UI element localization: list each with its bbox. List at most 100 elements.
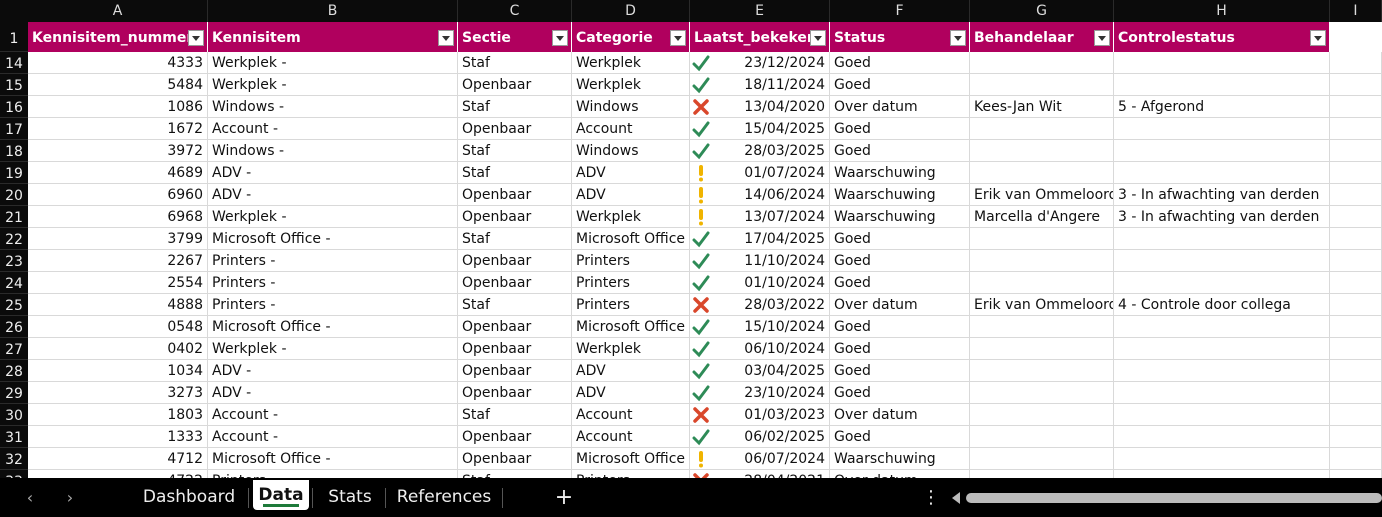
cell-datum[interactable]: 01/07/2024	[690, 162, 830, 184]
cell-categorie[interactable]: Printers	[572, 250, 690, 272]
cell-empty[interactable]	[1330, 140, 1382, 162]
cell-item[interactable]: Printers -	[208, 470, 458, 478]
cell-sectie[interactable]: Openbaar	[458, 206, 572, 228]
cell-datum[interactable]: 23/10/2024	[690, 382, 830, 404]
cell-sectie[interactable]: Openbaar	[458, 272, 572, 294]
cell-behandelaar[interactable]	[970, 360, 1114, 382]
cell-status[interactable]: Goed	[830, 140, 970, 162]
cell-empty[interactable]	[1330, 118, 1382, 140]
cell-datum[interactable]: 06/02/2025	[690, 426, 830, 448]
cell-controle[interactable]: 3 - In afwachting van derden	[1114, 184, 1330, 206]
cell-datum[interactable]: 15/04/2025	[690, 118, 830, 140]
cell-nummer[interactable]: 1672	[28, 118, 208, 140]
cell-nummer[interactable]: 4888	[28, 294, 208, 316]
cell-behandelaar[interactable]	[970, 448, 1114, 470]
cell-datum[interactable]: 14/06/2024	[690, 184, 830, 206]
row-header[interactable]: 17	[0, 118, 28, 140]
cell-behandelaar[interactable]: Marcella d'Angere	[970, 206, 1114, 228]
cell-nummer[interactable]: 1086	[28, 96, 208, 118]
more-options-icon[interactable]: ⋮	[922, 478, 940, 517]
sheet-tab-stats[interactable]: Stats	[318, 482, 382, 512]
cell-item[interactable]: Account -	[208, 118, 458, 140]
cell-categorie[interactable]: Account	[572, 404, 690, 426]
row-header[interactable]: 25	[0, 294, 28, 316]
cell-datum[interactable]: 01/10/2024	[690, 272, 830, 294]
cell-status[interactable]: Waarschuwing	[830, 448, 970, 470]
cell-item[interactable]: ADV -	[208, 360, 458, 382]
sheet-tab-references[interactable]: References	[390, 482, 498, 512]
cell-nummer[interactable]: 4333	[28, 52, 208, 74]
cell-sectie[interactable]: Staf	[458, 228, 572, 250]
row-header[interactable]: 32	[0, 448, 28, 470]
filter-dropdown-icon[interactable]	[438, 30, 454, 46]
cell-item[interactable]: Printers -	[208, 250, 458, 272]
cell-status[interactable]: Goed	[830, 360, 970, 382]
cell-empty[interactable]	[1330, 382, 1382, 404]
column-header-d[interactable]: D	[572, 0, 690, 22]
cell-empty[interactable]	[1330, 228, 1382, 250]
cell-sectie[interactable]: Openbaar	[458, 118, 572, 140]
cell-nummer[interactable]: 3799	[28, 228, 208, 250]
filter-dropdown-icon[interactable]	[1094, 30, 1110, 46]
cell-datum[interactable]: 28/03/2022	[690, 294, 830, 316]
cell-empty[interactable]	[1330, 470, 1382, 478]
cell-datum[interactable]: 15/10/2024	[690, 316, 830, 338]
cell-controle[interactable]	[1114, 250, 1330, 272]
filter-dropdown-icon[interactable]	[810, 30, 826, 46]
row-header[interactable]: 29	[0, 382, 28, 404]
cell-categorie[interactable]: Microsoft Office	[572, 316, 690, 338]
cell-behandelaar[interactable]	[970, 74, 1114, 96]
cell-categorie[interactable]: ADV	[572, 162, 690, 184]
cell-nummer[interactable]: 4689	[28, 162, 208, 184]
cell-behandelaar[interactable]	[970, 52, 1114, 74]
column-header-i[interactable]: I	[1330, 0, 1382, 22]
cell-categorie[interactable]: Printers	[572, 294, 690, 316]
row-header[interactable]: 30	[0, 404, 28, 426]
cell-item[interactable]: ADV -	[208, 184, 458, 206]
cell-item[interactable]: Werkplek -	[208, 52, 458, 74]
cell-nummer[interactable]: 0548	[28, 316, 208, 338]
filter-dropdown-icon[interactable]	[552, 30, 568, 46]
cell-item[interactable]: ADV -	[208, 162, 458, 184]
cell-behandelaar[interactable]	[970, 228, 1114, 250]
add-sheet-button[interactable]: +	[552, 478, 576, 517]
cell-empty[interactable]	[1330, 316, 1382, 338]
cell-categorie[interactable]: Account	[572, 118, 690, 140]
cell-controle[interactable]	[1114, 448, 1330, 470]
cell-empty[interactable]	[1330, 426, 1382, 448]
cell-categorie[interactable]: Printers	[572, 272, 690, 294]
cell-nummer[interactable]: 0402	[28, 338, 208, 360]
cell-status[interactable]: Goed	[830, 382, 970, 404]
cell-sectie[interactable]: Openbaar	[458, 360, 572, 382]
row-header[interactable]: 26	[0, 316, 28, 338]
cell-behandelaar[interactable]	[970, 140, 1114, 162]
cell-sectie[interactable]: Openbaar	[458, 250, 572, 272]
cell-status[interactable]: Goed	[830, 228, 970, 250]
cell-behandelaar[interactable]	[970, 118, 1114, 140]
cell-sectie[interactable]: Openbaar	[458, 448, 572, 470]
cell-categorie[interactable]: Windows	[572, 96, 690, 118]
column-header-c[interactable]: C	[458, 0, 572, 22]
cell-status[interactable]: Goed	[830, 316, 970, 338]
cell-categorie[interactable]: Werkplek	[572, 52, 690, 74]
cell-empty[interactable]	[1330, 250, 1382, 272]
column-header-h[interactable]: H	[1114, 0, 1330, 22]
cell-sectie[interactable]: Staf	[458, 96, 572, 118]
cell-behandelaar[interactable]	[970, 426, 1114, 448]
cell-categorie[interactable]: ADV	[572, 184, 690, 206]
row-header[interactable]: 27	[0, 338, 28, 360]
cell-nummer[interactable]: 6968	[28, 206, 208, 228]
cell-controle[interactable]	[1114, 470, 1330, 478]
cell-nummer[interactable]: 1034	[28, 360, 208, 382]
cell-controle[interactable]	[1114, 338, 1330, 360]
horizontal-scrollbar[interactable]	[952, 491, 1382, 505]
cell-status[interactable]: Goed	[830, 272, 970, 294]
cell-status[interactable]: Waarschuwing	[830, 162, 970, 184]
cell-item[interactable]: Account -	[208, 404, 458, 426]
cell-empty[interactable]	[1330, 184, 1382, 206]
cell-status[interactable]: Goed	[830, 118, 970, 140]
cell-behandelaar[interactable]	[970, 316, 1114, 338]
row-header[interactable]: 22	[0, 228, 28, 250]
row-header-1[interactable]: 1	[0, 22, 28, 52]
cell-controle[interactable]	[1114, 74, 1330, 96]
